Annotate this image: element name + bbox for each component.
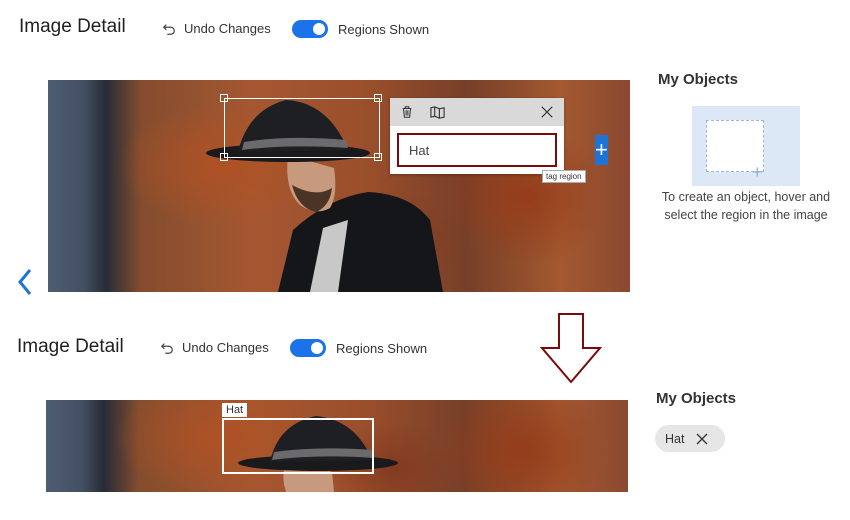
object-placeholder: + xyxy=(692,106,800,186)
toggle-switch[interactable] xyxy=(290,339,326,357)
undo-icon xyxy=(162,23,175,35)
page-title: Image Detail xyxy=(17,336,124,357)
toggle-switch[interactable] xyxy=(292,20,328,38)
tag-popup: + xyxy=(390,98,608,174)
selection-region[interactable] xyxy=(224,98,380,158)
regions-shown-toggle[interactable]: Regions Shown xyxy=(292,20,429,38)
close-icon[interactable] xyxy=(539,104,555,120)
close-icon[interactable] xyxy=(696,433,708,445)
tag-input[interactable] xyxy=(399,135,595,165)
resize-handle[interactable] xyxy=(220,153,228,161)
tagged-region[interactable] xyxy=(222,418,374,474)
undo-label: Undo Changes xyxy=(182,340,269,355)
undo-icon xyxy=(160,342,173,354)
region-label: Hat xyxy=(222,403,248,417)
arrow-down-icon xyxy=(539,312,603,384)
plus-icon: + xyxy=(752,162,763,182)
objects-hint: To create an object, hover and select th… xyxy=(661,190,831,222)
regions-label: Regions Shown xyxy=(338,21,430,37)
add-tag-button[interactable]: + xyxy=(595,135,608,165)
trash-icon[interactable] xyxy=(399,104,415,120)
map-icon[interactable] xyxy=(429,104,445,120)
page-title: Image Detail xyxy=(19,16,126,37)
undo-changes-button[interactable]: Undo Changes xyxy=(162,21,271,36)
popup-toolbar xyxy=(390,98,564,126)
my-objects-heading: My Objects xyxy=(658,71,739,88)
regions-label: Regions Shown xyxy=(336,340,428,356)
image-photo[interactable]: Hat xyxy=(46,400,628,492)
chip-label: Hat xyxy=(665,431,685,446)
tag-input-highlight: + xyxy=(397,133,608,167)
chevron-left-icon[interactable] xyxy=(14,266,36,298)
tooltip: tag region xyxy=(542,170,586,183)
resize-handle[interactable] xyxy=(374,94,382,102)
my-objects-heading: My Objects xyxy=(656,390,737,407)
undo-label: Undo Changes xyxy=(184,21,271,36)
regions-shown-toggle[interactable]: Regions Shown xyxy=(290,339,427,357)
resize-handle[interactable] xyxy=(220,94,228,102)
object-chip[interactable]: Hat xyxy=(655,425,725,452)
resize-handle[interactable] xyxy=(374,153,382,161)
undo-changes-button[interactable]: Undo Changes xyxy=(160,340,269,355)
